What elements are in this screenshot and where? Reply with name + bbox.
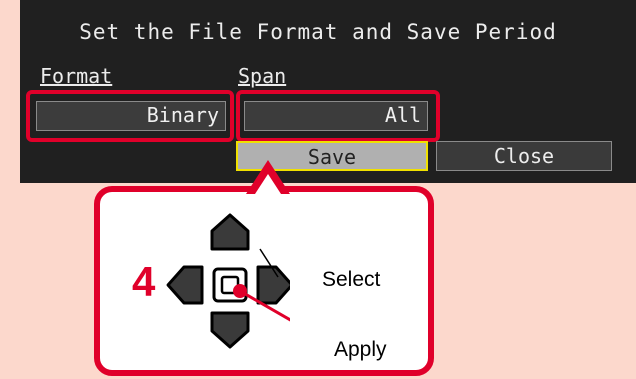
callout-pointer bbox=[246, 160, 290, 194]
select-label: Select bbox=[322, 268, 381, 291]
format-label: Format bbox=[40, 64, 113, 88]
dpad-up-icon bbox=[210, 213, 250, 251]
apply-label: Apply bbox=[334, 338, 387, 361]
dpad-down-icon bbox=[210, 311, 250, 349]
dpad-left-icon bbox=[166, 265, 204, 305]
span-label: Span bbox=[238, 64, 287, 88]
close-button[interactable]: Close bbox=[436, 141, 612, 171]
dialog-title: Set the File Format and Save Period bbox=[79, 20, 557, 44]
span-select[interactable]: All bbox=[244, 101, 428, 131]
dpad-right-icon bbox=[256, 265, 290, 305]
step-number: 4 bbox=[132, 258, 156, 305]
direction-pad bbox=[166, 213, 290, 349]
format-select[interactable]: Binary bbox=[36, 101, 226, 131]
